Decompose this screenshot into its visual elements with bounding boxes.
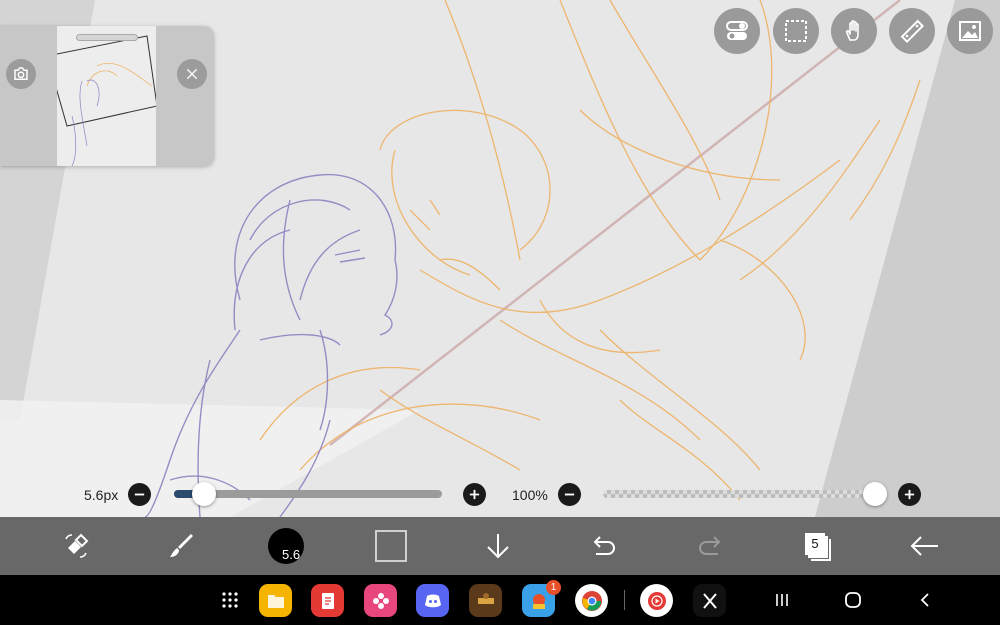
transform-icon[interactable] — [56, 517, 96, 575]
bottom-toolbar: 5.6 5 — [0, 517, 1000, 575]
notes-icon[interactable] — [311, 584, 344, 617]
toggle-settings-icon[interactable] — [714, 8, 760, 54]
opacity-slider-track[interactable] — [603, 490, 875, 498]
notification-badge: 1 — [546, 580, 561, 595]
gallery-icon[interactable] — [364, 584, 397, 617]
home-icon[interactable] — [840, 587, 866, 613]
game-icon[interactable] — [469, 584, 502, 617]
opacity-label: 100% — [512, 487, 548, 503]
download-icon[interactable] — [480, 517, 516, 575]
navigator-handle[interactable] — [76, 34, 138, 41]
close-icon[interactable] — [177, 59, 207, 89]
image-icon[interactable] — [947, 8, 993, 54]
back-icon[interactable] — [904, 517, 944, 575]
files-icon[interactable] — [259, 584, 292, 617]
camera-icon[interactable] — [6, 59, 36, 89]
app: 5.6px 100% 5.6 5 1 — [0, 0, 1000, 625]
back-nav-icon[interactable] — [912, 587, 938, 613]
size-increase-button[interactable] — [463, 483, 486, 506]
apps-grid-icon[interactable] — [217, 587, 243, 613]
recent-apps-icon[interactable] — [769, 587, 795, 613]
brush-size-slider-knob[interactable] — [192, 482, 217, 506]
chrome-icon[interactable] — [575, 584, 608, 617]
layers-button[interactable]: 5 — [805, 533, 825, 555]
undo-icon[interactable] — [586, 517, 622, 575]
brush-size-label: 5.6px — [84, 487, 119, 503]
color-swatch[interactable] — [375, 530, 407, 562]
x-icon[interactable] — [693, 584, 726, 617]
opacity-decrease-button[interactable] — [558, 483, 581, 506]
system-navigation-bar — [0, 575, 1000, 625]
brush-icon[interactable] — [161, 517, 201, 575]
navigator-panel[interactable] — [0, 26, 214, 166]
size-decrease-button[interactable] — [128, 483, 151, 506]
navigator-thumbnail[interactable] — [57, 26, 156, 166]
selection-icon[interactable] — [773, 8, 819, 54]
brush-size-badge: 5.6 — [282, 547, 301, 562]
ruler-icon[interactable] — [889, 8, 935, 54]
redo-icon[interactable] — [692, 517, 728, 575]
opacity-slider-knob[interactable] — [863, 482, 887, 506]
navigator-preview — [57, 35, 156, 166]
hand-icon[interactable] — [831, 8, 877, 54]
opacity-increase-button[interactable] — [898, 483, 921, 506]
discord-icon[interactable] — [416, 584, 449, 617]
youtube-music-icon[interactable] — [640, 584, 673, 617]
taskbar-divider — [624, 590, 625, 610]
